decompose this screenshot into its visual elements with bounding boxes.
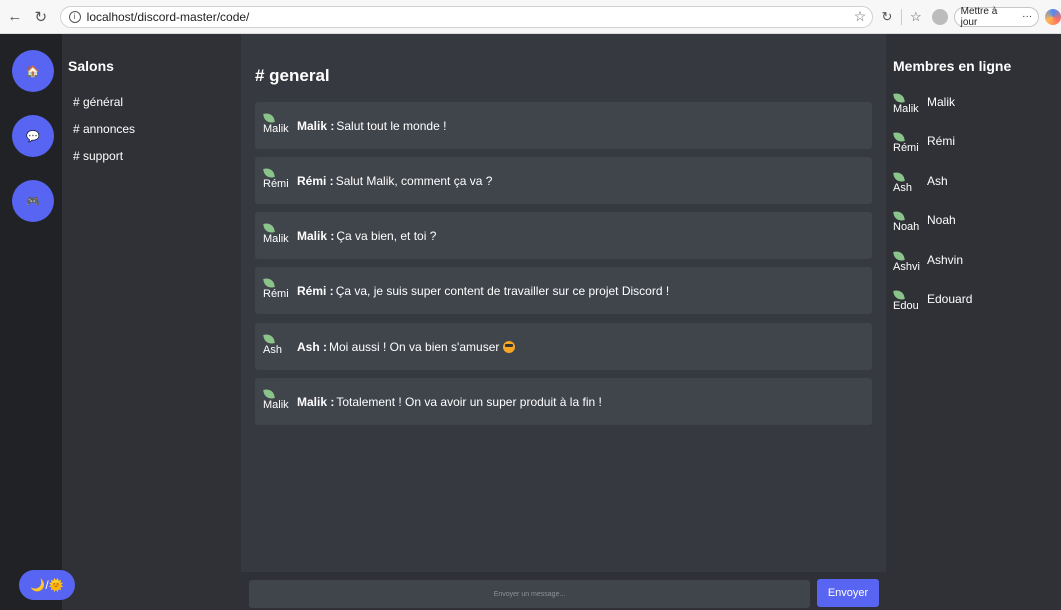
members-heading: Membres en ligne xyxy=(893,58,1012,74)
message-item: Rémi Rémi : Salut Malik, comment ça va ? xyxy=(255,157,872,204)
message-item: Malik Malik : Ça va bien, et toi ? xyxy=(255,212,872,259)
member-item[interactable]: Edou Edouard xyxy=(893,289,973,316)
members-sidebar: Membres en ligne Malik Malik Rémi Rémi A… xyxy=(886,34,1061,610)
avatar: Rémi xyxy=(263,166,293,194)
member-name: Malik xyxy=(927,95,956,109)
avatar: Noah xyxy=(893,210,923,237)
info-icon[interactable]: i xyxy=(68,10,81,23)
message-text: Ça va bien, et toi ? xyxy=(336,228,437,243)
member-name: Noah xyxy=(927,213,956,227)
update-label: Mettre à jour xyxy=(960,5,998,28)
member-name: Edouard xyxy=(927,292,973,306)
back-arrow-icon[interactable]: ← xyxy=(4,6,26,28)
message-author: Rémi : xyxy=(297,283,334,298)
channel-title: # general xyxy=(255,66,330,85)
server-chat-button[interactable]: 💬 xyxy=(12,115,54,157)
house-icon: 🏠 xyxy=(26,65,40,78)
message-text: Moi aussi ! On va bien s'amuser xyxy=(329,339,500,354)
avatar: Ashvi xyxy=(893,250,923,277)
message-author: Rémi : xyxy=(297,173,334,188)
message-text: Totalement ! On va avoir un super produi… xyxy=(336,394,602,409)
toolbar-divider xyxy=(900,8,902,25)
server-gaming-button[interactable]: 🎮 xyxy=(12,180,54,222)
member-item[interactable]: Noah Noah xyxy=(893,210,956,237)
avatar: Malik xyxy=(893,92,923,119)
channel-sidebar: Salons # général # annonces # support xyxy=(62,34,241,610)
message-item: Rémi Rémi : Ça va, je suis super content… xyxy=(255,267,872,314)
avatar: Malik xyxy=(263,111,293,139)
channel-annonces[interactable]: # annonces xyxy=(73,122,135,136)
avatar-alt-text: Ash xyxy=(263,343,282,356)
copilot-icon[interactable] xyxy=(1045,8,1061,25)
more-icon[interactable]: ··· xyxy=(1022,11,1032,22)
message-author: Ash : xyxy=(297,339,327,354)
avatar: Malik xyxy=(263,387,293,415)
message-author: Malik : xyxy=(297,394,335,409)
member-item[interactable]: Rémi Rémi xyxy=(893,131,956,158)
member-name: Rémi xyxy=(927,134,956,148)
gamepad-icon: 🎮 xyxy=(26,195,40,208)
url-text: localhost/discord-master/code/ xyxy=(86,9,250,24)
avatar-alt-text: Edou xyxy=(893,300,919,312)
avatar-alt-text: Ash xyxy=(893,182,912,194)
avatar: Rémi xyxy=(263,276,293,304)
avatar: Ash xyxy=(263,332,293,360)
member-name: Ash xyxy=(927,174,948,188)
channel-general[interactable]: # général xyxy=(73,95,123,109)
member-item[interactable]: Ashvi Ashvin xyxy=(893,250,964,277)
message-item: Ash Ash : Moi aussi ! On va bien s'amuse… xyxy=(255,323,872,370)
avatar-alt-text: Noah xyxy=(893,221,920,233)
avatar: Ash xyxy=(893,171,923,198)
channel-support[interactable]: # support xyxy=(73,149,123,163)
theme-toggle-button[interactable]: 🌙/🌞 xyxy=(19,570,75,600)
avatar-alt-text: Malik xyxy=(263,122,289,135)
member-item[interactable]: Ash Ash xyxy=(893,171,948,198)
avatar: Malik xyxy=(263,221,293,249)
browser-toolbar: ← ↻ i localhost/discord-master/code/ ☆ ↻… xyxy=(0,0,1061,34)
member-item[interactable]: Malik Malik xyxy=(893,92,956,119)
avatar-alt-text: Malik xyxy=(263,398,289,411)
avatar-alt-text: Rémi xyxy=(263,287,289,300)
channels-heading: Salons xyxy=(68,58,114,74)
profile-avatar[interactable] xyxy=(931,8,948,25)
avatar-alt-text: Rémi xyxy=(893,142,919,154)
avatar: Edou xyxy=(893,289,923,316)
member-name: Ashvin xyxy=(927,253,964,267)
avatar-alt-text: Rémi xyxy=(263,177,289,190)
avatar-alt-text: Ashvi xyxy=(893,261,920,273)
address-bar[interactable]: i localhost/discord-master/code/ ☆ xyxy=(59,5,874,28)
chat-main: # general Malik Malik : Salut tout le mo… xyxy=(241,34,886,610)
send-button[interactable]: Envoyer xyxy=(817,579,879,607)
favorites-icon[interactable]: ☆ xyxy=(906,6,926,28)
avatar: Rémi xyxy=(893,131,923,158)
favorite-star-icon[interactable]: ☆ xyxy=(850,8,870,25)
message-author: Malik : xyxy=(297,228,335,243)
message-input[interactable] xyxy=(249,580,810,608)
sunglasses-emoji-icon xyxy=(503,340,516,353)
message-item: Malik Malik : Salut tout le monde ! xyxy=(255,102,872,149)
avatar-alt-text: Malik xyxy=(263,232,289,245)
refresh-extension-icon[interactable]: ↻ xyxy=(877,6,897,28)
server-list: 🏠 💬 🎮 xyxy=(0,34,62,610)
message-item: Malik Malik : Totalement ! On va avoir u… xyxy=(255,378,872,425)
avatar-alt-text: Malik xyxy=(893,103,919,115)
server-home-button[interactable]: 🏠 xyxy=(12,50,54,92)
message-author: Malik : xyxy=(297,118,335,133)
message-text: Ça va, je suis super content de travaill… xyxy=(335,283,670,298)
message-text: Salut Malik, comment ça va ? xyxy=(335,173,493,188)
chat-bubble-icon: 💬 xyxy=(26,130,40,143)
update-button[interactable]: Mettre à jour ··· xyxy=(953,5,1040,28)
message-text: Salut tout le monde ! xyxy=(336,118,447,133)
message-composer: Envoyer xyxy=(241,572,886,610)
reload-icon[interactable]: ↻ xyxy=(30,6,52,28)
